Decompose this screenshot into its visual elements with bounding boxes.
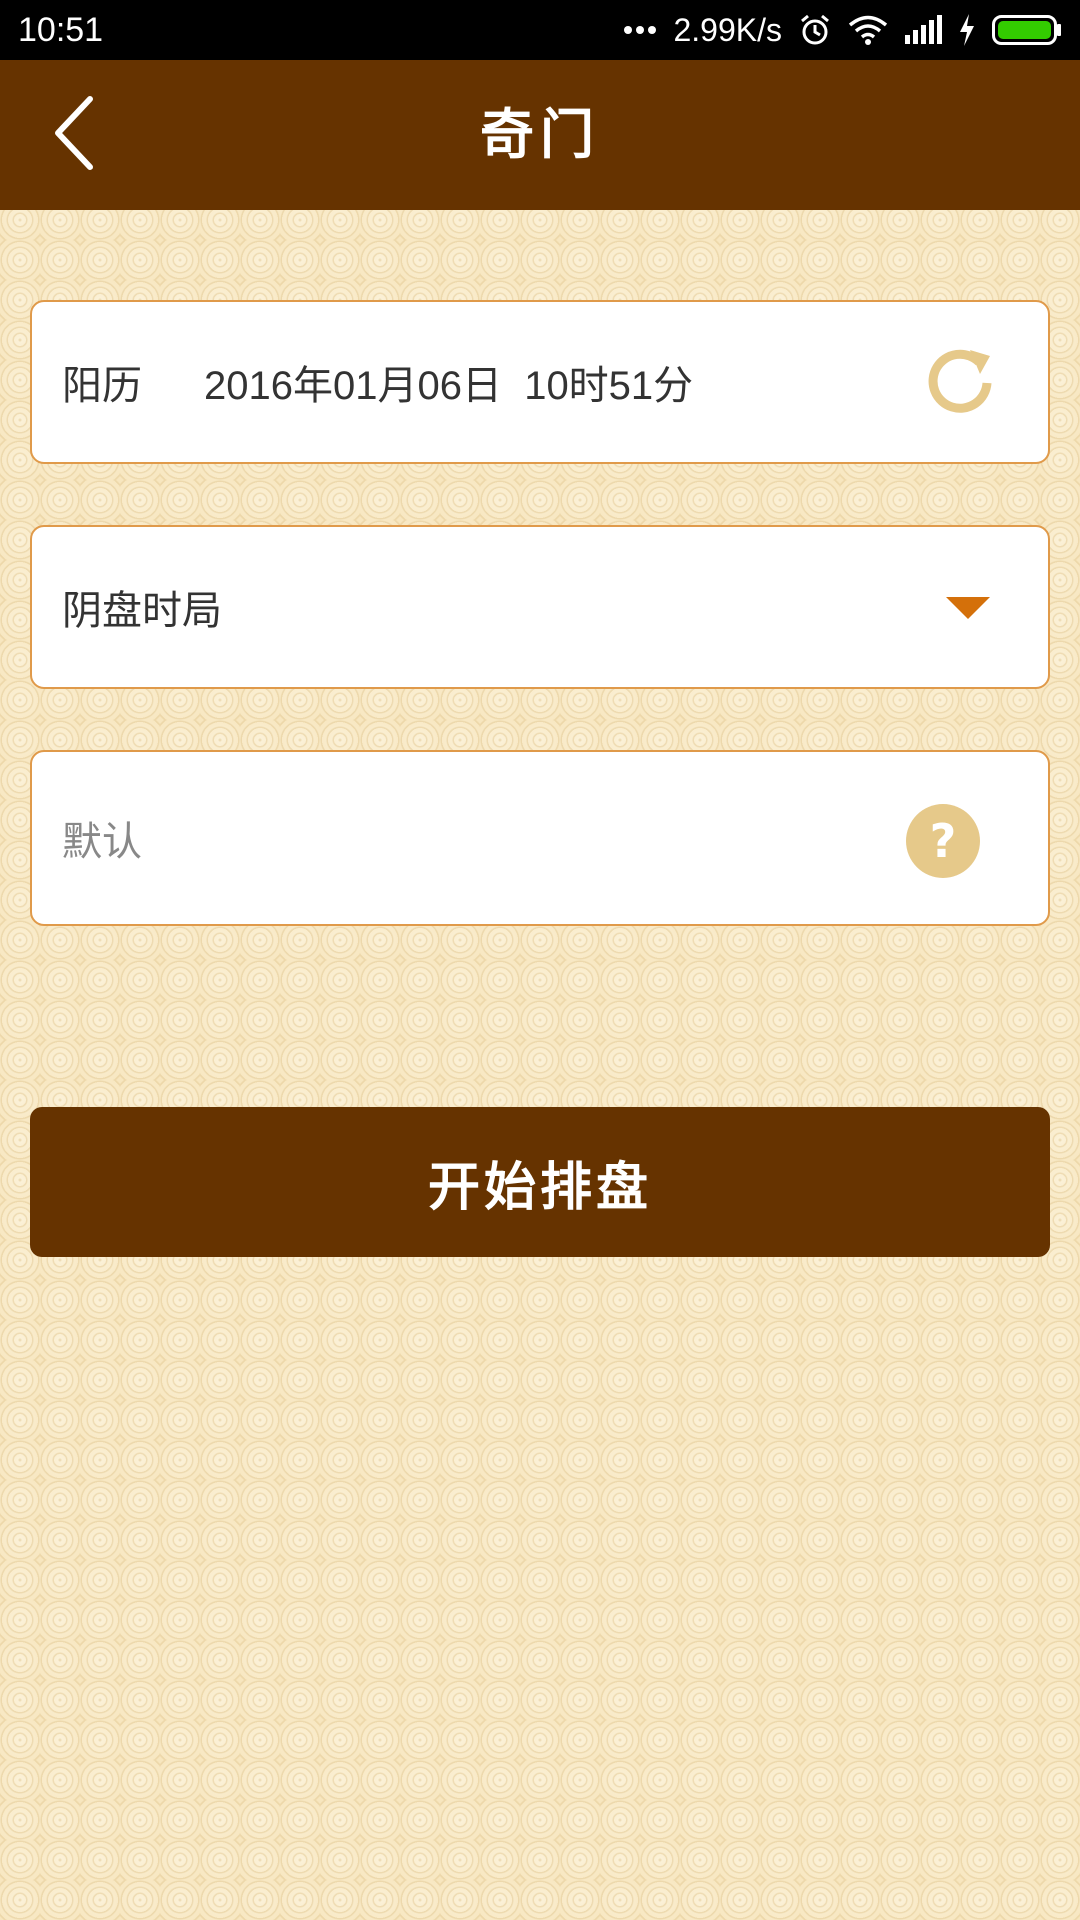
alarm-icon: [798, 13, 832, 47]
solar-calendar-label: 阳历: [62, 363, 142, 409]
help-button[interactable]: ?: [906, 804, 980, 878]
datetime-value[interactable]: 2016年01月06日 10时51分: [204, 302, 693, 462]
chart-type-select[interactable]: 阴盘时局: [30, 525, 1050, 689]
chart-type-value: 阴盘时局: [62, 588, 222, 634]
option-field[interactable]: 默认 ?: [30, 750, 1050, 926]
wifi-icon: [848, 14, 888, 46]
app-header: 奇门: [0, 60, 1080, 210]
page-title: 奇门: [480, 103, 600, 166]
status-bar: 10:51 2.99K/s: [0, 0, 1080, 60]
battery-icon: [992, 15, 1062, 45]
more-dots-icon: [623, 24, 657, 36]
charging-icon: [958, 14, 976, 46]
triangle-down-icon[interactable]: [946, 597, 990, 619]
option-input[interactable]: 默认: [62, 752, 142, 924]
refresh-icon: [924, 349, 998, 424]
network-speed: 2.99K/s: [673, 11, 782, 48]
status-time: 10:51: [18, 10, 104, 49]
refresh-button[interactable]: [924, 346, 998, 420]
solar-date-picker[interactable]: 阳历 2016年01月06日 10时51分: [30, 300, 1050, 464]
start-chart-button[interactable]: 开始排盘: [30, 1107, 1050, 1257]
question-icon: ?: [929, 814, 957, 868]
status-icons: 2.99K/s: [623, 12, 1062, 49]
signal-icon: [904, 15, 942, 45]
